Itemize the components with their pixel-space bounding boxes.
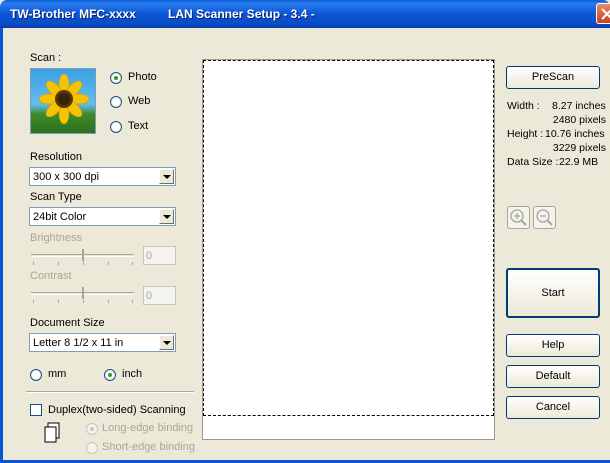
scan-type-value: 24bit Color bbox=[33, 211, 87, 223]
app-title: TW-Brother MFC-xxxx bbox=[10, 7, 136, 21]
unit-mm-radio[interactable] bbox=[30, 369, 42, 381]
contrast-tick bbox=[132, 300, 133, 303]
sunflower-photo-icon bbox=[30, 68, 96, 134]
scan-label: Scan : bbox=[30, 52, 62, 64]
close-button[interactable] bbox=[596, 3, 610, 24]
divider bbox=[26, 391, 194, 393]
contrast-tick bbox=[58, 300, 59, 303]
help-button-label: Help bbox=[541, 339, 565, 351]
duplex-label[interactable]: Duplex(two-sided) Scanning bbox=[48, 404, 186, 416]
contrast-tick bbox=[83, 300, 84, 303]
close-icon bbox=[601, 8, 610, 20]
contrast-tick bbox=[33, 300, 34, 303]
zoom-in-icon bbox=[510, 209, 527, 226]
chevron-down-icon[interactable] bbox=[159, 169, 174, 184]
contrast-label: Contrast bbox=[30, 270, 72, 282]
long-edge-label[interactable]: Long-edge binding bbox=[102, 422, 193, 434]
contrast-slider-thumb[interactable] bbox=[82, 287, 84, 299]
zoom-in-button[interactable] bbox=[507, 206, 530, 229]
document-size-select[interactable]: Letter 8 1/2 x 11 in bbox=[29, 333, 176, 352]
unit-inch-radio[interactable] bbox=[104, 369, 116, 381]
scan-type-label: Scan Type bbox=[30, 191, 82, 203]
resolution-value: 300 x 300 dpi bbox=[33, 171, 100, 183]
brightness-label: Brightness bbox=[30, 232, 82, 244]
brightness-slider-thumb[interactable] bbox=[82, 249, 84, 261]
scan-web-label[interactable]: Web bbox=[128, 95, 150, 107]
default-button[interactable]: Default bbox=[506, 365, 600, 388]
dialog-title: LAN Scanner Setup - 3.4 - bbox=[168, 7, 315, 21]
zoom-out-icon bbox=[536, 209, 553, 226]
start-button[interactable]: Start bbox=[506, 268, 600, 318]
height-label: Height : bbox=[507, 128, 544, 140]
scan-web-radio[interactable] bbox=[110, 96, 122, 108]
height-inches: 10.76 inches bbox=[545, 128, 605, 140]
datasize-label: Data Size : bbox=[507, 156, 559, 168]
document-size-value: Letter 8 1/2 x 11 in bbox=[33, 337, 124, 349]
short-edge-radio[interactable] bbox=[86, 442, 98, 454]
unit-mm-label[interactable]: mm bbox=[48, 368, 66, 380]
short-edge-label[interactable]: Short-edge binding bbox=[102, 441, 195, 453]
scan-photo-label[interactable]: Photo bbox=[128, 71, 157, 83]
resolution-select[interactable]: 300 x 300 dpi bbox=[29, 167, 176, 186]
contrast-tick bbox=[108, 300, 109, 303]
brightness-value-field[interactable]: 0 bbox=[143, 246, 176, 265]
prescan-button[interactable]: PreScan bbox=[506, 66, 600, 89]
default-button-label: Default bbox=[535, 370, 571, 382]
scan-photo-radio[interactable] bbox=[110, 72, 122, 84]
chevron-down-icon[interactable] bbox=[159, 335, 174, 350]
cancel-button[interactable]: Cancel bbox=[506, 396, 600, 419]
brightness-tick bbox=[108, 262, 109, 265]
scan-text-radio[interactable] bbox=[110, 121, 122, 133]
contrast-value-field[interactable]: 0 bbox=[143, 286, 176, 305]
long-edge-radio[interactable] bbox=[86, 423, 98, 435]
datasize-value: 22.9 MB bbox=[559, 156, 599, 168]
duplex-document-icon bbox=[44, 422, 64, 444]
brightness-tick bbox=[83, 262, 84, 265]
zoom-out-button[interactable] bbox=[533, 206, 556, 229]
scan-type-select[interactable]: 24bit Color bbox=[29, 207, 176, 226]
unit-inch-label[interactable]: inch bbox=[122, 368, 142, 380]
cancel-button-label: Cancel bbox=[535, 401, 571, 413]
preview-scan-region[interactable] bbox=[203, 60, 494, 416]
title-bar: TW-Brother MFC-xxxx LAN Scanner Setup - … bbox=[0, 0, 610, 28]
document-size-label: Document Size bbox=[30, 317, 105, 329]
height-pixels: 3229 pixels bbox=[552, 142, 606, 154]
width-pixels: 2480 pixels bbox=[552, 114, 606, 126]
resolution-label: Resolution bbox=[30, 151, 82, 163]
brightness-tick bbox=[33, 262, 34, 265]
preview-area[interactable] bbox=[202, 59, 495, 440]
brightness-tick bbox=[58, 262, 59, 265]
duplex-checkbox[interactable] bbox=[30, 404, 42, 416]
help-button[interactable]: Help bbox=[506, 334, 600, 357]
scan-text-label[interactable]: Text bbox=[128, 120, 148, 132]
start-button-label: Start bbox=[541, 287, 565, 299]
brightness-tick bbox=[132, 262, 133, 265]
prescan-button-label: PreScan bbox=[531, 71, 575, 83]
width-inches: 8.27 inches bbox=[552, 100, 606, 112]
chevron-down-icon[interactable] bbox=[159, 209, 174, 224]
width-label: Width : bbox=[507, 100, 540, 112]
